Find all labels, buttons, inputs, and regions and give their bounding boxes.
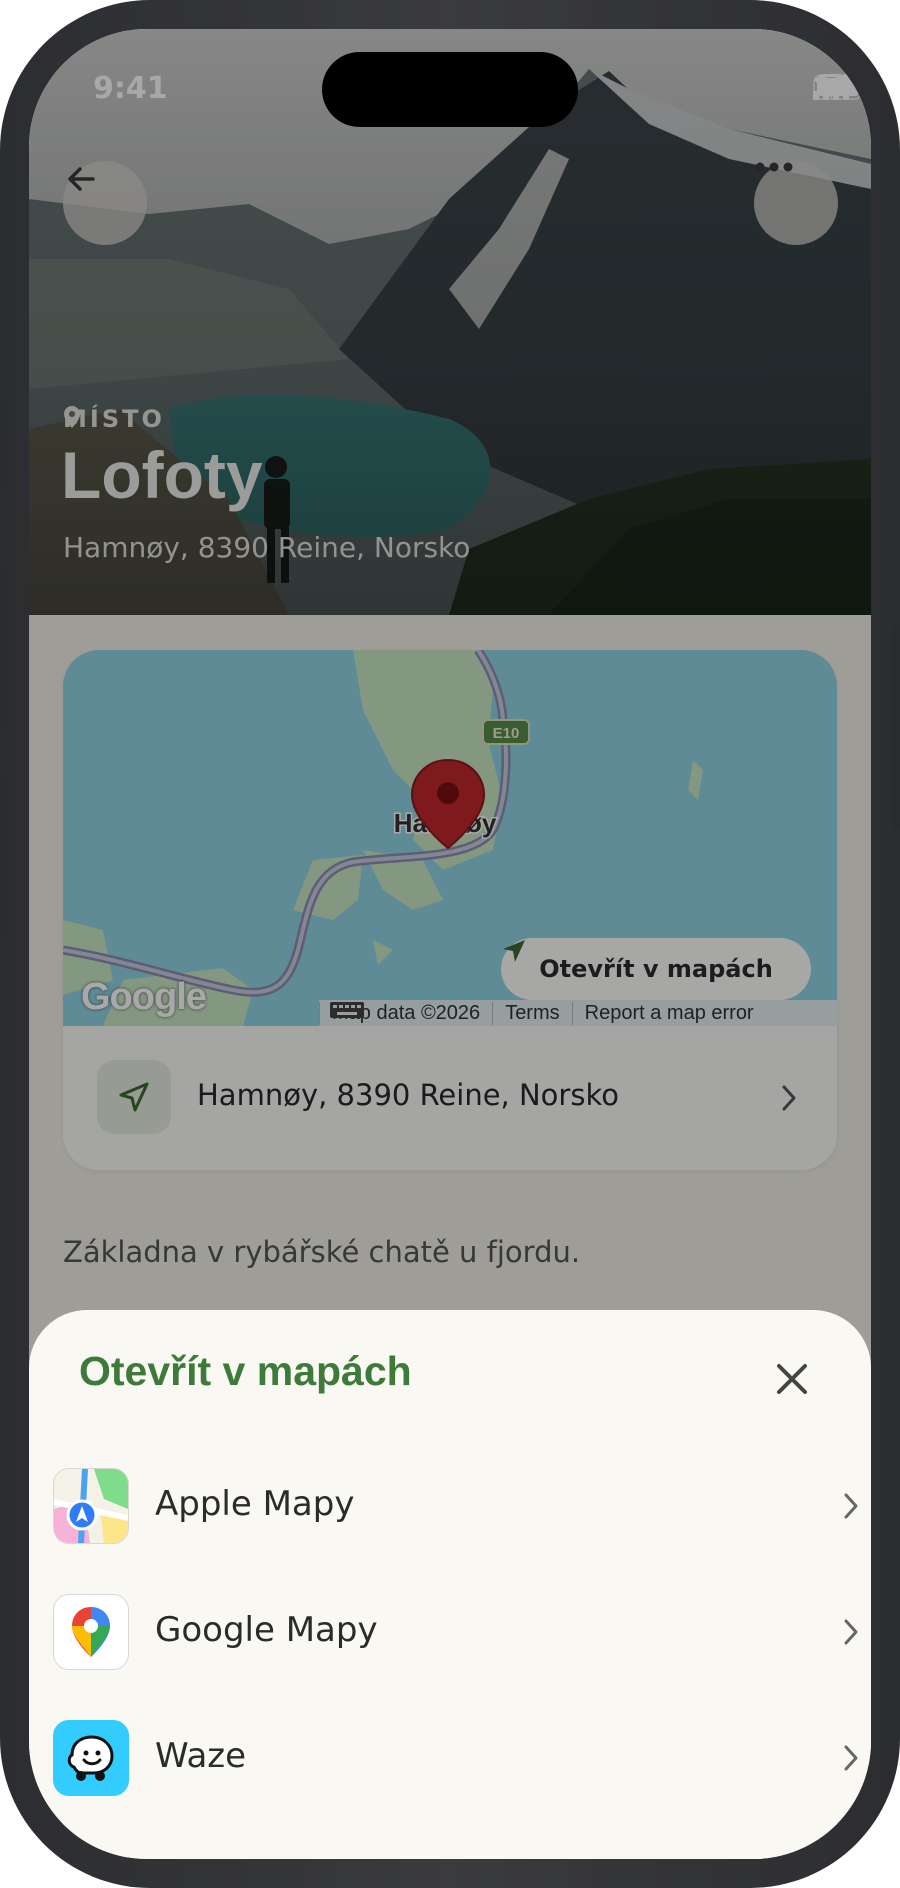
screen: 9:41 MÍSTO Lofoty Hamnøy, 8390 Reine, No… [29,29,871,1859]
open-in-maps-sheet: Otevřít v mapách Apple Mapy Google Mapy … [29,1310,871,1859]
app-label: Waze [155,1736,247,1776]
sheet-title: Otevřít v mapách [79,1348,412,1394]
volume-up-button [0,568,8,728]
chevron-right-icon [844,1745,858,1771]
power-button [892,625,900,830]
app-label: Apple Mapy [155,1484,355,1524]
close-icon[interactable] [769,1356,815,1402]
apple-maps-icon [53,1468,129,1544]
app-row-google-maps[interactable]: Google Mapy [53,1576,871,1686]
volume-down-button [0,775,8,935]
app-row-waze[interactable]: Waze [53,1702,871,1812]
chevron-right-icon [844,1619,858,1645]
app-label: Google Mapy [155,1610,378,1650]
waze-icon [53,1720,129,1796]
google-maps-icon [53,1594,129,1670]
phone-frame: 9:41 MÍSTO Lofoty Hamnøy, 8390 Reine, No… [0,0,900,1888]
app-row-apple-maps[interactable]: Apple Mapy [53,1450,871,1560]
action-button [0,398,8,488]
chevron-right-icon [844,1493,858,1519]
